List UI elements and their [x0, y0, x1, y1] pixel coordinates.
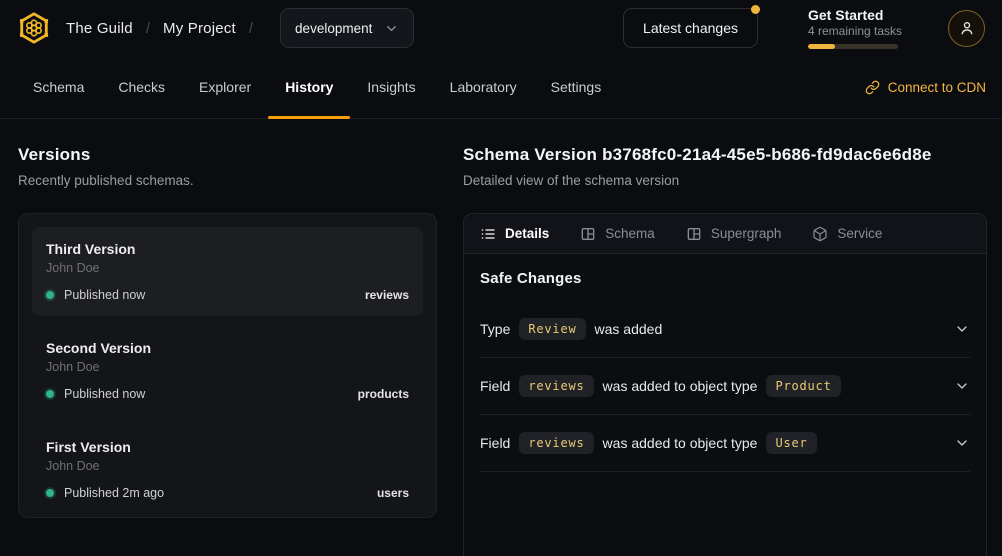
change-row[interactable]: Field reviews was added to object type P… — [480, 358, 970, 415]
latest-changes-button[interactable]: Latest changes — [623, 8, 758, 48]
get-started-widget[interactable]: Get Started 4 remaining tasks — [808, 7, 898, 49]
versions-list: Third Version John Doe Published now rev… — [18, 213, 437, 518]
tab-details-label: Details — [505, 226, 549, 241]
user-icon — [958, 19, 976, 37]
link-icon — [865, 80, 880, 95]
field-badge: reviews — [519, 375, 593, 397]
breadcrumb-org[interactable]: The Guild — [66, 20, 133, 37]
schema-version-card: Details Schema Sup — [463, 213, 987, 556]
main-content: Versions Recently published schemas. Thi… — [0, 119, 1002, 556]
cube-icon — [812, 226, 828, 242]
field-badge: reviews — [519, 432, 593, 454]
versions-title: Versions — [18, 144, 437, 166]
project-nav: Schema Checks Explorer History Insights … — [0, 56, 1002, 119]
tab-supergraph-label: Supergraph — [711, 226, 782, 241]
version-list-item[interactable]: Third Version John Doe Published now rev… — [32, 227, 423, 316]
tab-schema-view[interactable]: Schema — [580, 226, 655, 242]
tab-schema[interactable]: Schema — [16, 56, 101, 118]
chevron-down-icon[interactable] — [954, 378, 970, 394]
tab-schema-view-label: Schema — [605, 226, 655, 241]
detail-body: Safe Changes Type Review was added Field… — [464, 254, 986, 488]
versions-subtitle: Recently published schemas. — [18, 172, 437, 190]
version-status: Published now — [64, 288, 145, 302]
published-status-dot — [46, 291, 54, 299]
safe-changes-title: Safe Changes — [480, 270, 970, 288]
list-icon — [480, 226, 496, 242]
change-text: Type — [480, 321, 510, 337]
tab-service-label: Service — [837, 226, 882, 241]
change-text: Field — [480, 378, 510, 394]
notification-dot — [751, 5, 760, 14]
tab-laboratory[interactable]: Laboratory — [433, 56, 534, 118]
tab-supergraph[interactable]: Supergraph — [686, 226, 782, 242]
tab-settings[interactable]: Settings — [534, 56, 619, 118]
detail-tabs: Details Schema Sup — [464, 214, 986, 254]
version-title: First Version — [46, 438, 409, 456]
version-service-label: products — [358, 387, 409, 401]
columns-icon — [580, 226, 596, 242]
latest-changes-label: Latest changes — [643, 20, 738, 36]
get-started-subtitle: 4 remaining tasks — [808, 24, 898, 39]
version-service-label: reviews — [365, 288, 409, 302]
tab-details[interactable]: Details — [480, 226, 549, 242]
target-select-value: development — [295, 21, 372, 36]
type-badge: Product — [766, 375, 840, 397]
version-status: Published 2m ago — [64, 486, 164, 500]
schema-version-panel: Schema Version b3768fc0-21a4-45e5-b686-f… — [463, 144, 987, 556]
top-bar: The Guild / My Project / development Lat… — [0, 0, 1002, 56]
tab-insights[interactable]: Insights — [350, 56, 432, 118]
chevron-down-icon[interactable] — [954, 321, 970, 337]
version-author: John Doe — [46, 458, 409, 474]
change-text: was added — [595, 321, 663, 337]
version-author: John Doe — [46, 359, 409, 375]
tab-history[interactable]: History — [268, 56, 350, 118]
get-started-progress — [808, 44, 898, 49]
type-badge: User — [766, 432, 816, 454]
published-status-dot — [46, 489, 54, 497]
change-text: was added to object type — [603, 435, 758, 451]
version-status: Published now — [64, 387, 145, 401]
published-status-dot — [46, 390, 54, 398]
schema-version-subtitle: Detailed view of the schema version — [463, 172, 987, 190]
change-row[interactable]: Field reviews was added to object type U… — [480, 415, 970, 472]
tab-explorer[interactable]: Explorer — [182, 56, 268, 118]
version-title: Third Version — [46, 240, 409, 258]
schema-version-title: Schema Version b3768fc0-21a4-45e5-b686-f… — [463, 144, 987, 166]
breadcrumb-project[interactable]: My Project — [163, 20, 236, 37]
type-badge: Review — [519, 318, 585, 340]
columns-icon — [686, 226, 702, 242]
tab-checks[interactable]: Checks — [101, 56, 182, 118]
tab-service[interactable]: Service — [812, 226, 882, 242]
get-started-progress-fill — [808, 44, 835, 49]
version-author: John Doe — [46, 260, 409, 276]
connect-to-cdn-link[interactable]: Connect to CDN — [865, 56, 986, 118]
version-list-item[interactable]: Second Version John Doe Published now pr… — [32, 326, 423, 415]
get-started-title: Get Started — [808, 7, 898, 24]
chevron-down-icon[interactable] — [954, 435, 970, 451]
change-row[interactable]: Type Review was added — [480, 301, 970, 358]
target-select[interactable]: development — [280, 8, 414, 48]
top-bar-right: Latest changes Get Started 4 remaining t… — [623, 7, 985, 49]
change-text: was added to object type — [603, 378, 758, 394]
breadcrumb-separator: / — [249, 20, 253, 37]
breadcrumb-separator: / — [146, 20, 150, 37]
version-title: Second Version — [46, 339, 409, 357]
versions-panel: Versions Recently published schemas. Thi… — [18, 144, 437, 556]
guild-logo-icon[interactable] — [16, 10, 52, 46]
change-text: Field — [480, 435, 510, 451]
version-list-item[interactable]: First Version John Doe Published 2m ago … — [32, 425, 423, 514]
connect-to-cdn-label: Connect to CDN — [888, 80, 986, 95]
chevron-down-icon — [384, 21, 399, 36]
user-avatar-button[interactable] — [948, 10, 985, 47]
version-service-label: users — [377, 486, 409, 500]
